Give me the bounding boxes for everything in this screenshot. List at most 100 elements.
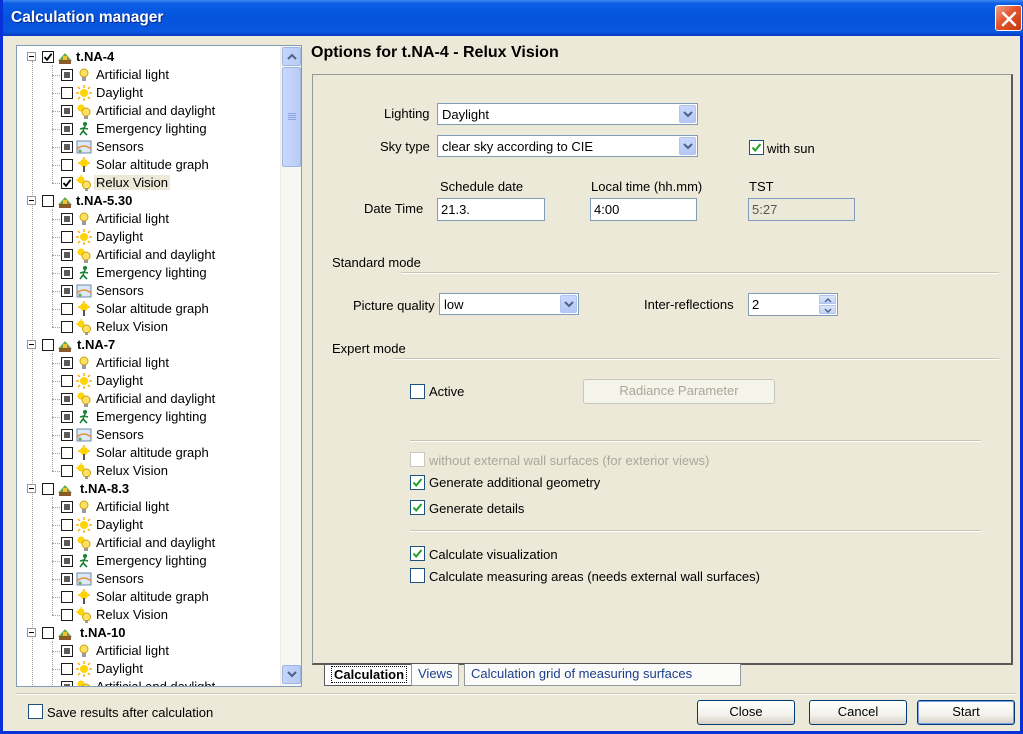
scroll-thumb[interactable]: [282, 67, 301, 167]
tree-item-row[interactable]: Emergency lighting: [17, 264, 281, 282]
tree-item-row[interactable]: Artificial light: [17, 642, 281, 660]
project-checkbox[interactable]: [42, 51, 54, 63]
tree-vertical-scrollbar[interactable]: [280, 46, 301, 686]
tree-item-row[interactable]: Sensors: [17, 282, 281, 300]
collapse-toggle-icon[interactable]: [27, 484, 36, 493]
tree-project-row[interactable]: t.NA-10: [17, 624, 281, 642]
tree-item-row[interactable]: Artificial light: [17, 498, 281, 516]
tree-item-row[interactable]: Emergency lighting: [17, 552, 281, 570]
item-checkbox[interactable]: [61, 411, 73, 423]
item-checkbox[interactable]: [61, 501, 73, 513]
tree-item-row[interactable]: Artificial and daylight: [17, 246, 281, 264]
generate-geometry-checkbox[interactable]: [410, 475, 425, 490]
item-checkbox[interactable]: [61, 447, 73, 459]
item-checkbox[interactable]: [61, 249, 73, 261]
item-checkbox[interactable]: [61, 105, 73, 117]
tree-item-row[interactable]: Daylight: [17, 660, 281, 678]
inter-reflections-input[interactable]: 2: [748, 293, 838, 316]
title-bar[interactable]: Calculation manager: [3, 0, 1023, 36]
item-checkbox[interactable]: [61, 663, 73, 675]
generate-details-checkbox[interactable]: [410, 500, 425, 515]
item-checkbox[interactable]: [61, 177, 73, 189]
with-sun-checkbox[interactable]: [749, 140, 764, 155]
item-checkbox[interactable]: [61, 231, 73, 243]
collapse-toggle-icon[interactable]: [27, 340, 36, 349]
item-checkbox[interactable]: [61, 321, 73, 333]
tree-item-row[interactable]: Relux Vision: [17, 606, 281, 624]
tree-item-row[interactable]: Artificial light: [17, 354, 281, 372]
spin-up-button[interactable]: [819, 295, 836, 304]
local-time-input[interactable]: 4:00: [590, 198, 697, 221]
tree-project-row[interactable]: t.NA-7: [17, 336, 281, 354]
collapse-toggle-icon[interactable]: [27, 196, 36, 205]
item-checkbox[interactable]: [61, 537, 73, 549]
tree-item-row[interactable]: Relux Vision: [17, 174, 281, 192]
scroll-up-button[interactable]: [282, 47, 301, 66]
tree-item-row[interactable]: Artificial and daylight: [17, 534, 281, 552]
sky-type-dropdown-button[interactable]: [679, 137, 696, 155]
tree-item-row[interactable]: Emergency lighting: [17, 120, 281, 138]
item-checkbox[interactable]: [61, 123, 73, 135]
item-checkbox[interactable]: [61, 357, 73, 369]
item-checkbox[interactable]: [61, 465, 73, 477]
calculation-tree[interactable]: t.NA-4 Artificial light Daylight Artificial…: [16, 45, 302, 687]
spin-down-button[interactable]: [819, 305, 836, 314]
radiance-parameter-button[interactable]: Radiance Parameter: [583, 379, 775, 404]
close-window-button[interactable]: [995, 5, 1022, 31]
tree-item-row[interactable]: Sensors: [17, 138, 281, 156]
tree-item-row[interactable]: Daylight: [17, 372, 281, 390]
item-checkbox[interactable]: [61, 141, 73, 153]
tree-item-row[interactable]: Sensors: [17, 426, 281, 444]
scroll-down-button[interactable]: [282, 665, 301, 684]
without-external-walls-checkbox[interactable]: [410, 452, 425, 467]
item-checkbox[interactable]: [61, 87, 73, 99]
tab-calculation-grid[interactable]: Calculation grid of measuring surfaces: [464, 664, 741, 686]
tree-item-row[interactable]: Artificial light: [17, 210, 281, 228]
project-checkbox[interactable]: [42, 195, 54, 207]
item-checkbox[interactable]: [61, 267, 73, 279]
tree-item-row[interactable]: Daylight: [17, 228, 281, 246]
tree-item-row[interactable]: Solar altitude graph: [17, 588, 281, 606]
tree-project-row[interactable]: t.NA-5.30: [17, 192, 281, 210]
tree-item-row[interactable]: Solar altitude graph: [17, 300, 281, 318]
sky-type-select[interactable]: clear sky according to CIE: [437, 135, 698, 157]
start-button[interactable]: Start: [917, 700, 1015, 725]
item-checkbox[interactable]: [61, 519, 73, 531]
item-checkbox[interactable]: [61, 555, 73, 567]
project-checkbox[interactable]: [42, 339, 54, 351]
tree-project-row[interactable]: t.NA-8.3: [17, 480, 281, 498]
item-checkbox[interactable]: [61, 159, 73, 171]
item-checkbox[interactable]: [61, 303, 73, 315]
picture-quality-select[interactable]: low: [439, 293, 579, 315]
calculate-measuring-areas-checkbox[interactable]: [410, 568, 425, 583]
tree-item-row[interactable]: Solar altitude graph: [17, 156, 281, 174]
item-checkbox[interactable]: [61, 609, 73, 621]
picture-quality-dropdown-button[interactable]: [560, 295, 577, 313]
save-results-checkbox[interactable]: [28, 704, 43, 719]
tree-item-row[interactable]: Emergency lighting: [17, 408, 281, 426]
lighting-dropdown-button[interactable]: [679, 105, 696, 123]
collapse-toggle-icon[interactable]: [27, 52, 36, 61]
item-checkbox[interactable]: [61, 213, 73, 225]
schedule-date-input[interactable]: 21.3.: [437, 198, 545, 221]
item-checkbox[interactable]: [61, 69, 73, 81]
item-checkbox[interactable]: [61, 591, 73, 603]
inter-reflections-spinner[interactable]: [819, 295, 836, 314]
item-checkbox[interactable]: [61, 681, 73, 686]
tab-views[interactable]: Views: [411, 664, 460, 686]
collapse-toggle-icon[interactable]: [27, 628, 36, 637]
item-checkbox[interactable]: [61, 429, 73, 441]
tree-item-row[interactable]: Relux Vision: [17, 318, 281, 336]
item-checkbox[interactable]: [61, 285, 73, 297]
tree-project-row[interactable]: t.NA-4: [17, 48, 281, 66]
item-checkbox[interactable]: [61, 573, 73, 585]
tree-item-row[interactable]: Artificial and daylight: [17, 102, 281, 120]
tree-item-row[interactable]: Daylight: [17, 516, 281, 534]
item-checkbox[interactable]: [61, 645, 73, 657]
item-checkbox[interactable]: [61, 375, 73, 387]
tree-item-row[interactable]: Daylight: [17, 84, 281, 102]
project-checkbox[interactable]: [42, 627, 54, 639]
tree-item-row[interactable]: Artificial and daylight: [17, 678, 281, 686]
tree-item-row[interactable]: Sensors: [17, 570, 281, 588]
close-button[interactable]: Close: [697, 700, 795, 725]
